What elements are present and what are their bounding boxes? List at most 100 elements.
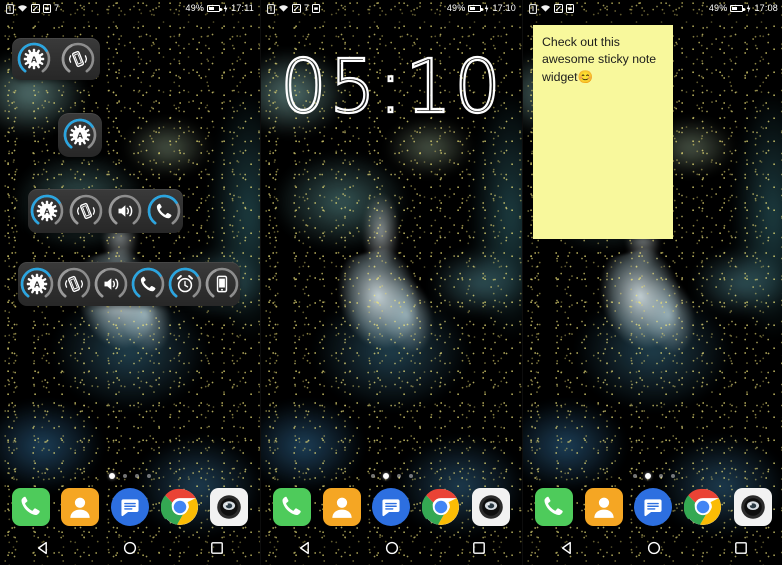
notification-count: 7 bbox=[304, 3, 310, 13]
back-button[interactable] bbox=[30, 537, 56, 563]
vibrate-toggle[interactable] bbox=[55, 262, 92, 306]
volume-icon-dial bbox=[94, 267, 128, 301]
battery-icon bbox=[730, 5, 745, 12]
page-dot[interactable] bbox=[123, 474, 127, 478]
clock-time: 17:11 bbox=[231, 3, 254, 13]
page-indicator bbox=[261, 473, 522, 479]
wifi-icon bbox=[540, 4, 551, 13]
recents-square-icon bbox=[472, 541, 486, 560]
messages-app-icon[interactable] bbox=[110, 488, 149, 526]
charge-icon bbox=[223, 4, 228, 13]
page-dot[interactable] bbox=[658, 474, 663, 478]
page-dot[interactable] bbox=[370, 474, 375, 478]
phone-app-icon[interactable] bbox=[272, 488, 311, 526]
messages-app-icon[interactable] bbox=[634, 488, 673, 526]
wifi-icon bbox=[278, 4, 289, 13]
home-button[interactable] bbox=[379, 537, 405, 563]
auto-brightness-toggle[interactable]: A bbox=[28, 189, 67, 233]
page-indicator bbox=[0, 473, 260, 479]
page-dot[interactable] bbox=[147, 474, 151, 478]
auto-brightness-toggle[interactable]: A bbox=[12, 38, 56, 80]
charge-icon bbox=[746, 4, 751, 13]
auto-brightness-icon-dial: A bbox=[20, 267, 54, 301]
chrome-app-icon[interactable] bbox=[160, 488, 199, 526]
phone-app-icon[interactable] bbox=[11, 488, 50, 526]
clock-widget-time: 05:10 bbox=[279, 44, 504, 130]
contacts-app-icon[interactable] bbox=[61, 488, 100, 526]
nfc-icon bbox=[267, 3, 275, 14]
page-dot[interactable] bbox=[382, 473, 389, 479]
home-circle-icon bbox=[385, 541, 399, 560]
auto-brightness-icon-dial: A bbox=[17, 42, 51, 76]
auto-brightness-toggle[interactable]: A bbox=[58, 113, 102, 157]
volume-toggle[interactable] bbox=[92, 262, 129, 306]
page-dot[interactable] bbox=[632, 474, 637, 478]
nfc-icon bbox=[529, 3, 537, 14]
page-dot[interactable] bbox=[670, 474, 675, 478]
contacts-app-icon[interactable] bbox=[584, 488, 623, 526]
sim-icon bbox=[43, 4, 51, 13]
recents-square-icon bbox=[734, 541, 748, 560]
vibrate-toggle[interactable] bbox=[56, 38, 100, 80]
camera-app-icon[interactable] bbox=[734, 488, 773, 526]
messages-app-icon[interactable] bbox=[372, 488, 411, 526]
battery-percent: 49% bbox=[185, 3, 205, 13]
battery-percent: 49% bbox=[446, 3, 466, 13]
clock-time: 17:08 bbox=[754, 3, 778, 13]
status-bar: 7 49% 17:10 bbox=[261, 0, 522, 17]
ringer-toggle[interactable] bbox=[144, 189, 183, 233]
toggle-widget-6[interactable]: A bbox=[18, 262, 240, 306]
recents-button[interactable] bbox=[204, 537, 230, 563]
back-button[interactable] bbox=[554, 537, 580, 563]
alarm-icon-dial bbox=[168, 267, 202, 301]
sticky-note-widget[interactable]: Check out this awesome sticky note widge… bbox=[533, 25, 673, 239]
alarm-toggle[interactable] bbox=[166, 262, 203, 306]
dock bbox=[261, 481, 522, 533]
status-bar: 7 49% 17:11 bbox=[0, 0, 260, 17]
navigation-bar bbox=[261, 535, 522, 565]
home-button[interactable] bbox=[641, 537, 667, 563]
clock-time: 17:10 bbox=[492, 3, 516, 13]
page-dot[interactable] bbox=[644, 473, 651, 479]
sticky-note-body: Check out this awesome sticky note widge… bbox=[542, 35, 657, 84]
clock-widget[interactable]: 05:10 bbox=[261, 44, 522, 130]
camera-app-icon[interactable] bbox=[472, 488, 511, 526]
nfc-icon bbox=[6, 3, 14, 14]
screenshot-root: 7 49% 17:11 A A A A 7 49% 17:10 05:10 49… bbox=[0, 0, 782, 565]
contacts-app-icon[interactable] bbox=[322, 488, 361, 526]
volume-toggle[interactable] bbox=[106, 189, 145, 233]
page-dot[interactable] bbox=[135, 474, 139, 478]
page-indicator bbox=[523, 473, 782, 479]
sticky-note-text: Check out this awesome sticky note widge… bbox=[542, 34, 665, 87]
device-icon-dial bbox=[205, 267, 239, 301]
back-button[interactable] bbox=[292, 537, 318, 563]
vibrate-icon-dial bbox=[61, 42, 95, 76]
device-toggle[interactable] bbox=[203, 262, 240, 306]
ringer-toggle[interactable] bbox=[129, 262, 166, 306]
home-circle-icon bbox=[123, 541, 137, 560]
toggle-widget-1[interactable]: A bbox=[58, 113, 102, 157]
recents-button[interactable] bbox=[466, 537, 492, 563]
vibrate-toggle[interactable] bbox=[67, 189, 106, 233]
home-circle-icon bbox=[647, 541, 661, 560]
smile-emoji-icon: 😊 bbox=[577, 69, 594, 84]
page-dot[interactable] bbox=[396, 474, 401, 478]
back-triangle-icon bbox=[560, 541, 574, 560]
chrome-app-icon[interactable] bbox=[684, 488, 722, 526]
page-dot[interactable] bbox=[109, 473, 115, 479]
recents-button[interactable] bbox=[728, 537, 754, 563]
home-button[interactable] bbox=[117, 537, 143, 563]
signal-icon bbox=[292, 4, 301, 13]
toggle-widget-4[interactable]: A bbox=[28, 189, 183, 233]
chrome-app-icon[interactable] bbox=[422, 488, 460, 526]
auto-brightness-icon-dial: A bbox=[63, 118, 97, 152]
phone-app-icon[interactable] bbox=[534, 488, 573, 526]
auto-brightness-toggle[interactable]: A bbox=[18, 262, 55, 306]
toggle-widget-2[interactable]: A bbox=[12, 38, 100, 80]
battery-percent: 49% bbox=[708, 3, 728, 13]
camera-app-icon[interactable] bbox=[210, 488, 249, 526]
widgets-panel: 7 49% 17:11 A A A A bbox=[0, 0, 260, 565]
charge-icon bbox=[484, 4, 489, 13]
volume-icon-dial bbox=[108, 194, 142, 228]
page-dot[interactable] bbox=[408, 474, 413, 478]
